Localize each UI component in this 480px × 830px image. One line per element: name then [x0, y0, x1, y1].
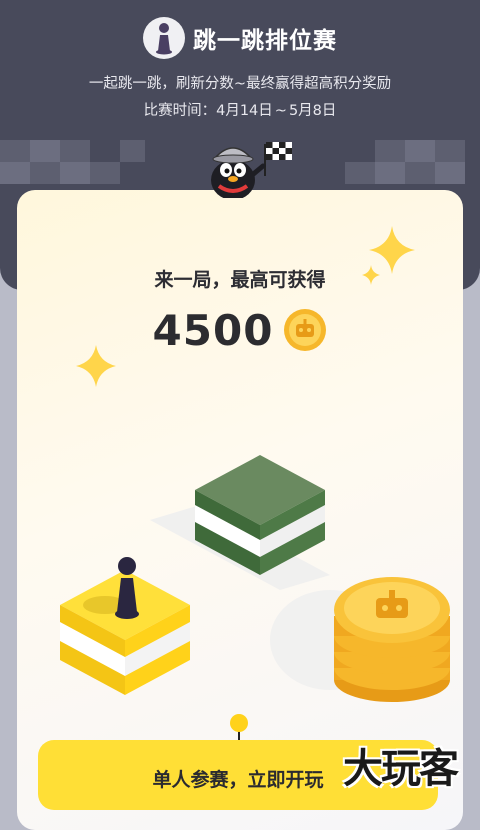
title-row: 跳一跳排位赛: [0, 16, 480, 60]
watermark-text: 大玩客: [343, 746, 459, 792]
start-game-label: 单人参赛，立即开玩: [152, 769, 324, 791]
period-label: 比赛时间：: [143, 103, 217, 119]
event-subtitle: 一起跳一跳，刷新分数~最终赢得超高积分奖励: [88, 76, 392, 92]
reward-amount-row: 4500: [0, 300, 480, 360]
period-start: 4月14日: [216, 103, 273, 119]
page-title: 跳一跳排位赛: [193, 28, 337, 54]
reward-label: 来一局，最高可获得: [154, 269, 326, 291]
robot-coin-icon: [284, 309, 327, 351]
period-separator: ~: [274, 103, 287, 119]
jump-chess-piece-icon: [143, 17, 185, 59]
event-period: 比赛时间：4月14日 ~5月8日: [0, 99, 480, 120]
penguin-mascot-icon: [211, 142, 292, 198]
period-end: 5月8日: [288, 103, 337, 119]
reward-value: 4500: [152, 305, 274, 355]
